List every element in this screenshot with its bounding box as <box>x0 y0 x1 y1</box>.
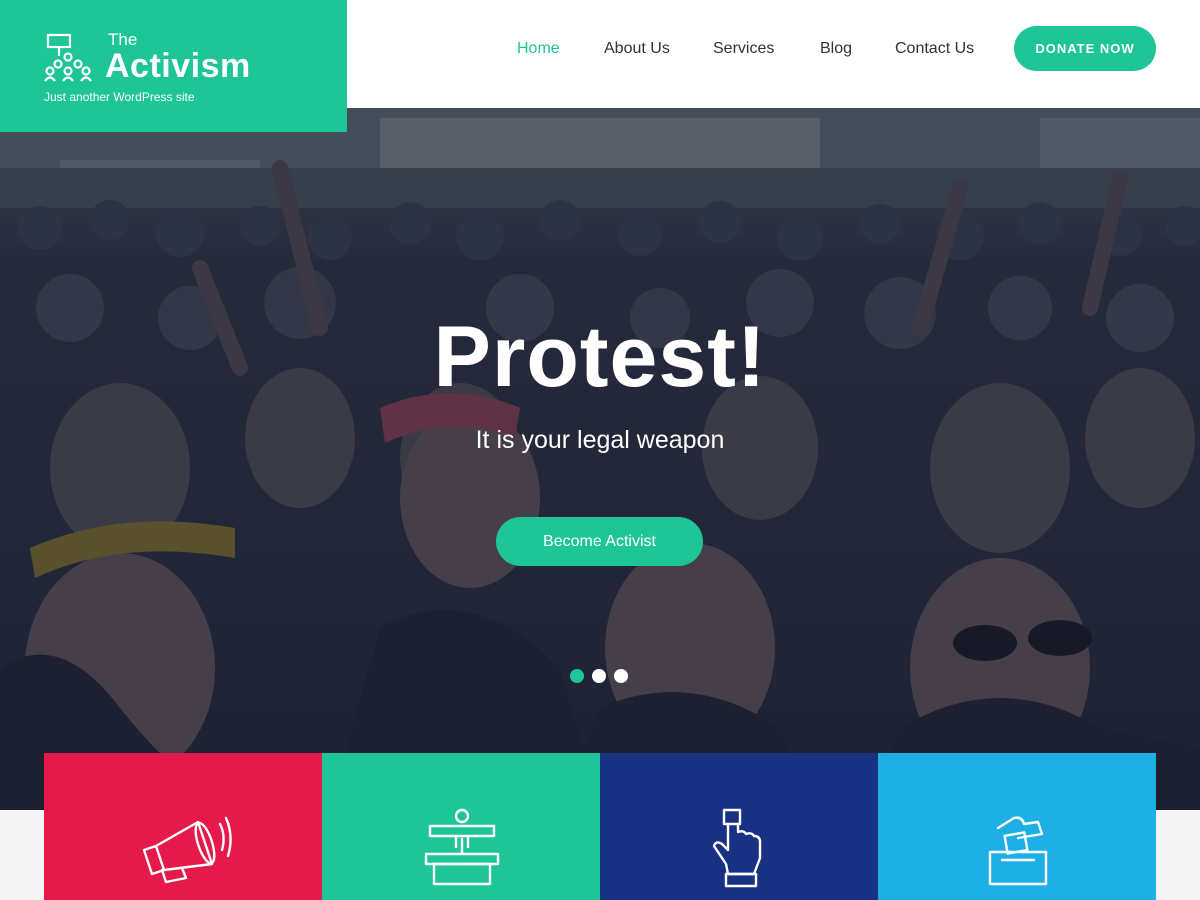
hero-slider: Protest! It is your legal weapon Become … <box>0 108 1200 810</box>
nav-item-contact-us[interactable]: Contact Us <box>895 40 974 58</box>
slider-dot-3[interactable] <box>614 669 628 683</box>
slider-pagination <box>570 669 634 683</box>
nav-item-about-us[interactable]: About Us <box>604 40 670 58</box>
become-activist-button[interactable]: Become Activist <box>496 517 703 566</box>
site-tagline: Just another WordPress site <box>44 90 195 104</box>
podium-speaker-icon <box>424 808 500 886</box>
hero-title: Protest! <box>433 309 767 405</box>
protest-crowd-icon <box>44 33 92 82</box>
feature-boxes <box>44 753 1156 900</box>
ballot-box-icon <box>988 816 1048 886</box>
hand-press-button-icon <box>712 808 762 888</box>
megaphone-icon <box>142 816 232 884</box>
feature-box-ballot[interactable] <box>878 753 1156 900</box>
feature-box-podium[interactable] <box>322 753 600 900</box>
site-logo[interactable]: The Activism Just another WordPress site <box>0 0 347 132</box>
donate-now-button[interactable]: DONATE NOW <box>1014 26 1156 71</box>
slider-dot-2[interactable] <box>592 669 606 683</box>
slider-dot-1[interactable] <box>570 669 584 683</box>
feature-box-vote-button[interactable] <box>600 753 878 900</box>
hero-subtitle: It is your legal weapon <box>475 426 725 454</box>
hero-dark-overlay <box>0 108 1200 810</box>
nav-item-blog[interactable]: Blog <box>820 40 852 58</box>
nav-item-home[interactable]: Home <box>517 40 560 58</box>
feature-box-megaphone[interactable] <box>44 753 322 900</box>
nav-item-services[interactable]: Services <box>713 40 774 58</box>
site-title: Activism <box>105 47 251 85</box>
